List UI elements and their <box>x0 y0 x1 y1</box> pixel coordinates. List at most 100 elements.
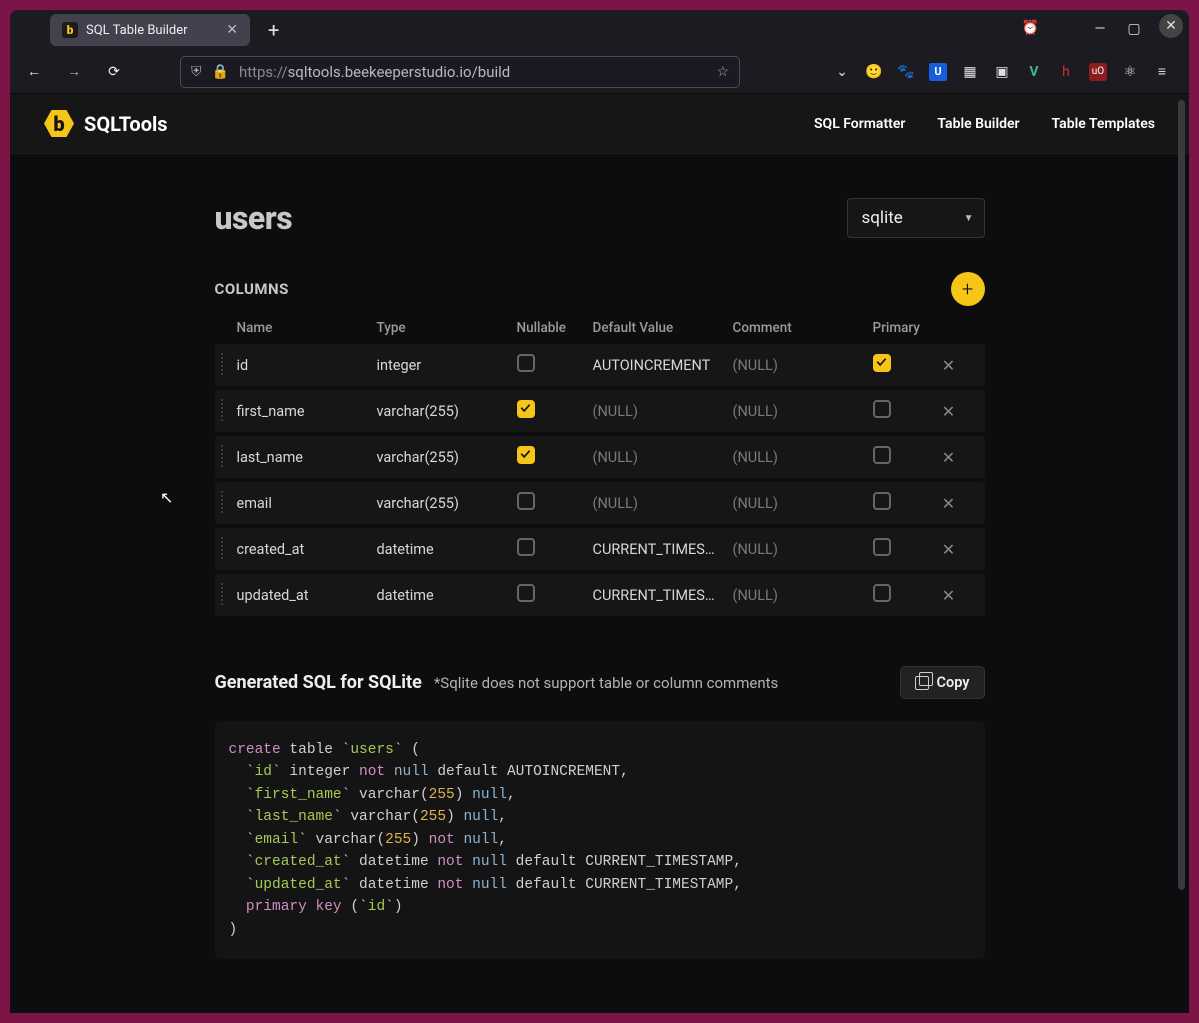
comment-input[interactable]: (NULL) <box>733 587 873 604</box>
nullable-checkbox[interactable] <box>517 354 535 372</box>
nullable-checkbox[interactable] <box>517 400 535 418</box>
drag-handle-icon[interactable] <box>219 445 225 469</box>
tab-title: SQL Table Builder <box>86 23 188 38</box>
scrollbar[interactable] <box>1177 94 1187 1013</box>
window-close-icon[interactable]: ✕ <box>1159 14 1183 38</box>
menu-icon[interactable]: ≡ <box>1153 63 1171 81</box>
add-column-button[interactable]: + <box>951 272 985 306</box>
generated-sql-code[interactable]: create table `users` ( `id` integer not … <box>215 721 985 959</box>
devtools-icon[interactable]: ⚛ <box>1121 63 1139 81</box>
remove-column-button[interactable]: ✕ <box>929 494 969 513</box>
comment-input[interactable]: (NULL) <box>733 449 873 466</box>
reload-icon[interactable]: ⟳ <box>100 58 128 86</box>
browser-tabbar: b SQL Table Builder ✕ + ⏰ — ▢ ✕ <box>10 10 1189 50</box>
close-icon[interactable]: ✕ <box>226 22 238 38</box>
lock-icon[interactable]: 🔒 <box>212 64 229 80</box>
column-type-input[interactable]: datetime <box>377 541 517 558</box>
remove-column-button[interactable]: ✕ <box>929 448 969 467</box>
url-text: https://sqltools.beekeeperstudio.io/buil… <box>239 63 707 81</box>
column-name-input[interactable]: updated_at <box>237 587 377 604</box>
copy-button[interactable]: Copy <box>900 666 985 699</box>
comment-input[interactable]: (NULL) <box>733 541 873 558</box>
nav-table-builder[interactable]: Table Builder <box>937 116 1019 132</box>
ublock-icon[interactable]: uO <box>1089 63 1107 81</box>
bookmark-icon[interactable]: ☆ <box>716 64 729 80</box>
nav-table-templates[interactable]: Table Templates <box>1052 116 1155 132</box>
column-type-input[interactable]: datetime <box>377 587 517 604</box>
dialect-select[interactable]: sqlite ▼ <box>847 198 985 238</box>
comment-input[interactable]: (NULL) <box>733 495 873 512</box>
dialect-selected: sqlite <box>862 208 903 228</box>
default-value-input[interactable]: AUTOINCREMENT <box>593 357 733 374</box>
browser-tab[interactable]: b SQL Table Builder ✕ <box>50 14 250 46</box>
column-name-input[interactable]: id <box>237 357 377 374</box>
copy-icon <box>915 676 929 690</box>
url-input[interactable]: ⛨ 🔒 https://sqltools.beekeeperstudio.io/… <box>180 56 740 88</box>
drag-handle-icon[interactable] <box>219 491 225 515</box>
remove-column-button[interactable]: ✕ <box>929 356 969 375</box>
drag-handle-icon[interactable] <box>219 537 225 561</box>
column-name-input[interactable]: email <box>237 495 377 512</box>
column-name-input[interactable]: created_at <box>237 541 377 558</box>
header-name: Name <box>237 320 377 336</box>
column-row: last_namevarchar(255) (NULL)(NULL) ✕ <box>215 436 985 478</box>
ext-icon[interactable]: h <box>1057 63 1075 81</box>
primary-checkbox[interactable] <box>873 446 891 464</box>
alarm-icon[interactable]: ⏰ <box>1022 20 1039 36</box>
nav-sql-formatter[interactable]: SQL Formatter <box>814 116 905 132</box>
nullable-checkbox[interactable] <box>517 492 535 510</box>
gnome-icon[interactable]: 🐾 <box>897 63 915 81</box>
avatar-icon[interactable]: 🙂 <box>865 63 883 81</box>
column-type-input[interactable]: varchar(255) <box>377 495 517 512</box>
maximize-icon[interactable]: ▢ <box>1119 14 1149 44</box>
primary-checkbox[interactable] <box>873 584 891 602</box>
shield-icon[interactable]: ⛨ <box>191 64 202 80</box>
grid-icon[interactable]: ▦ <box>961 63 979 81</box>
primary-checkbox[interactable] <box>873 400 891 418</box>
default-value-input[interactable]: (NULL) <box>593 403 733 420</box>
nullable-checkbox[interactable] <box>517 538 535 556</box>
comment-input[interactable]: (NULL) <box>733 357 873 374</box>
browser-address-bar: ← → ⟳ ⛨ 🔒 https://sqltools.beekeeperstud… <box>10 50 1189 94</box>
new-tab-button[interactable]: + <box>268 18 279 42</box>
default-value-input[interactable]: (NULL) <box>593 449 733 466</box>
app-header: b SQLTools SQL Formatter Table Builder T… <box>10 94 1189 154</box>
drag-handle-icon[interactable] <box>219 583 225 607</box>
copy-label: Copy <box>937 674 970 691</box>
header-nullable: Nullable <box>517 320 593 336</box>
column-name-input[interactable]: first_name <box>237 403 377 420</box>
header-default: Default Value <box>593 320 733 336</box>
column-row: created_atdatetime CURRENT_TIMES…(NULL) ✕ <box>215 528 985 570</box>
picture-icon[interactable]: ▣ <box>993 63 1011 81</box>
generated-sql-note: *Sqlite does not support table or column… <box>434 674 778 692</box>
comment-input[interactable]: (NULL) <box>733 403 873 420</box>
drag-handle-icon[interactable] <box>219 399 225 423</box>
vue-icon[interactable]: V <box>1025 63 1043 81</box>
remove-column-button[interactable]: ✕ <box>929 402 969 421</box>
default-value-input[interactable]: CURRENT_TIMES… <box>593 541 733 558</box>
minimize-icon[interactable]: — <box>1085 14 1115 44</box>
drag-handle-icon[interactable] <box>219 353 225 377</box>
header-primary: Primary <box>873 320 929 336</box>
remove-column-button[interactable]: ✕ <box>929 586 969 605</box>
back-icon[interactable]: ← <box>20 58 48 86</box>
chevron-down-icon: ▼ <box>964 213 974 224</box>
column-name-input[interactable]: last_name <box>237 449 377 466</box>
table-name-input[interactable]: users <box>215 199 293 237</box>
primary-checkbox[interactable] <box>873 538 891 556</box>
nullable-checkbox[interactable] <box>517 446 535 464</box>
header-comment: Comment <box>733 320 873 336</box>
column-type-input[interactable]: varchar(255) <box>377 403 517 420</box>
browser-extensions: ⌄ 🙂 🐾 U ▦ ▣ V h uO ⚛ ≡ <box>833 63 1179 81</box>
column-type-input[interactable]: varchar(255) <box>377 449 517 466</box>
primary-checkbox[interactable] <box>873 354 891 372</box>
bitwarden-icon[interactable]: U <box>929 63 947 81</box>
default-value-input[interactable]: CURRENT_TIMES… <box>593 587 733 604</box>
remove-column-button[interactable]: ✕ <box>929 540 969 559</box>
column-type-input[interactable]: integer <box>377 357 517 374</box>
nullable-checkbox[interactable] <box>517 584 535 602</box>
primary-checkbox[interactable] <box>873 492 891 510</box>
pocket-icon[interactable]: ⌄ <box>833 63 851 81</box>
default-value-input[interactable]: (NULL) <box>593 495 733 512</box>
logo-icon: b <box>44 109 74 139</box>
